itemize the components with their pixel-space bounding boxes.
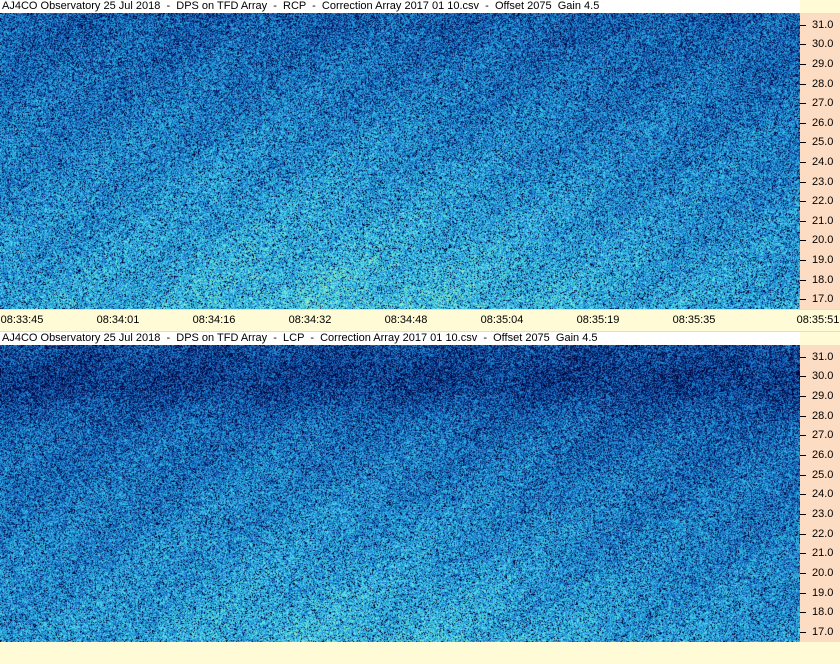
lcp-frequency-axis: 31.0 30.0 29.0 28.0 27.0 26.0 25.0 24.0 23.0 22.0… [800,345,840,642]
y-tick [800,44,806,46]
y-tick [800,122,806,124]
y-tick [800,514,806,516]
rcp-spectrogram [0,13,800,309]
rcp-panel-title: AJ4CO Observatory 25 Jul 2018 - DPS on T… [0,0,800,13]
y-tick-label: 17.0 [812,293,834,306]
y-tick-label: 26.0 [812,116,834,129]
y-tick-label: 24.0 [812,155,834,168]
y-tick-label: 27.0 [812,97,834,110]
y-tick [800,592,806,594]
rcp-frequency-axis: 31.0 30.0 29.0 28.0 27.0 26.0 25.0 24.0 23.0 22.0… [800,13,840,309]
y-tick [800,356,806,358]
y-tick [800,24,806,26]
time-axis: 08:33:45 08:34:01 08:34:16 08:34:32 08:34:48… [0,309,840,332]
y-tick-label: 20.0 [812,234,834,247]
y-tick-label: 31.0 [812,350,834,363]
y-tick [800,435,806,437]
y-tick [800,240,806,242]
y-tick [800,220,806,222]
x-tick-label: 08:35:04 [480,314,524,326]
y-tick [800,573,806,575]
x-tick-label: 08:34:48 [384,314,428,326]
y-tick [800,83,806,85]
y-tick-label: 31.0 [812,18,834,31]
y-tick-label: 18.0 [812,273,834,286]
x-tick-label: 08:34:16 [192,314,236,326]
y-tick [800,201,806,203]
y-tick [800,63,806,65]
x-tick-label: 08:33:45 [0,314,44,326]
y-tick [800,612,806,614]
x-tick-label: 08:35:35 [672,314,716,326]
y-tick-label: 19.0 [812,586,834,599]
y-tick [800,494,806,496]
x-tick-label: 08:35:19 [576,314,620,326]
y-tick-label: 30.0 [812,38,834,51]
y-tick-label: 26.0 [812,449,834,462]
y-tick-label: 20.0 [812,567,834,580]
y-tick [800,299,806,301]
y-tick-label: 29.0 [812,57,834,70]
lcp-panel-title: AJ4CO Observatory 25 Jul 2018 - DPS on T… [0,332,800,345]
y-tick-label: 21.0 [812,547,834,560]
y-tick [800,181,806,183]
y-tick-label: 22.0 [812,527,834,540]
y-tick [800,142,806,144]
y-tick-label: 25.0 [812,136,834,149]
y-tick [800,474,806,476]
y-tick-label: 21.0 [812,214,834,227]
y-tick-label: 29.0 [812,390,834,403]
y-tick-label: 24.0 [812,488,834,501]
bottom-strip [0,642,840,664]
y-tick-label: 28.0 [812,77,834,90]
y-tick-label: 27.0 [812,429,834,442]
y-tick-label: 17.0 [812,626,834,639]
y-tick [800,279,806,281]
y-tick [800,376,806,378]
y-tick-label: 25.0 [812,468,834,481]
y-tick-label: 30.0 [812,370,834,383]
y-tick-label: 23.0 [812,508,834,521]
y-tick [800,455,806,457]
y-tick [800,161,806,163]
y-tick-label: 23.0 [812,175,834,188]
y-tick-label: 22.0 [812,195,834,208]
y-tick [800,259,806,261]
y-tick [800,103,806,105]
x-tick-label: 08:35:51 [796,314,840,326]
y-tick-label: 19.0 [812,253,834,266]
y-tick-label: 28.0 [812,409,834,422]
x-tick-label: 08:34:32 [288,314,332,326]
y-tick [800,396,806,398]
y-tick [800,415,806,417]
y-tick-label: 18.0 [812,606,834,619]
y-tick [800,553,806,555]
lcp-spectrogram [0,345,800,642]
y-tick [800,632,806,634]
x-tick-label: 08:34:01 [96,314,140,326]
y-tick [800,533,806,535]
